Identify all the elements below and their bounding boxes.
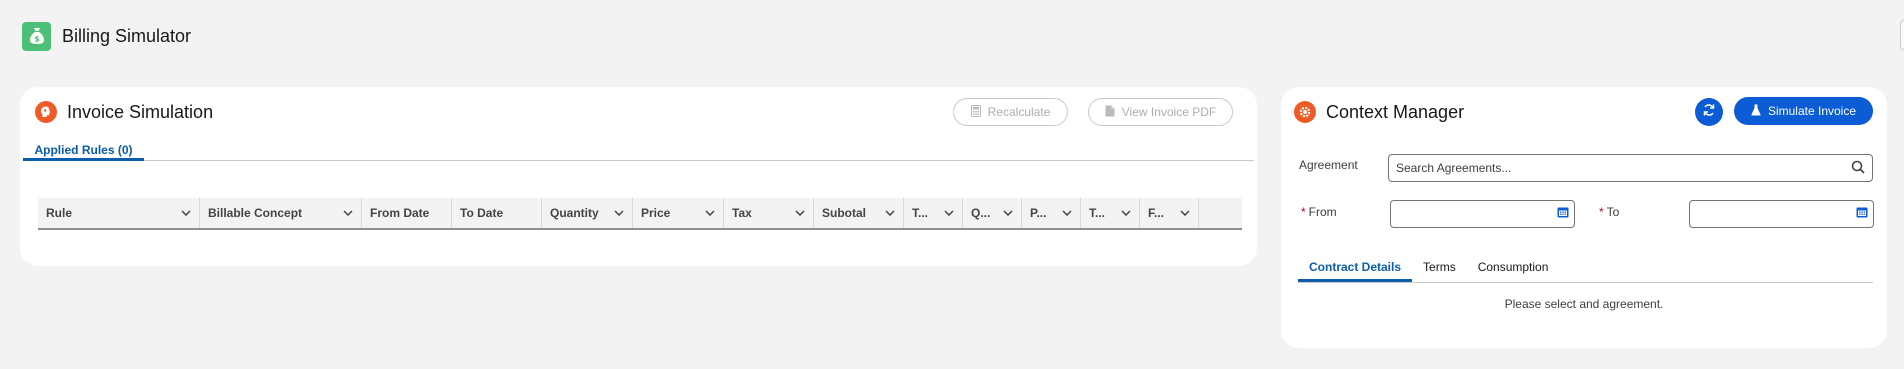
chevron-down-icon[interactable]: [1121, 208, 1131, 218]
required-marker: *: [1301, 205, 1306, 219]
invoice-tabs: Applied Rules (0): [23, 142, 1254, 161]
column-header[interactable]: To Date: [452, 198, 542, 228]
column-header[interactable]: T...: [1081, 198, 1140, 228]
search-placeholder: Search Agreements...: [1396, 161, 1512, 175]
svg-text:$: $: [34, 35, 40, 44]
column-header[interactable]: P...: [1022, 198, 1081, 228]
to-date-input[interactable]: [1689, 200, 1874, 228]
view-invoice-pdf-button[interactable]: View Invoice PDF: [1088, 98, 1233, 126]
applied-rules-table-header: Rule Billable Concept From Date To Date …: [38, 198, 1242, 230]
simulate-invoice-button[interactable]: Simulate Invoice: [1734, 97, 1873, 125]
column-header[interactable]: Tax: [724, 198, 814, 228]
chevron-down-icon[interactable]: [343, 208, 353, 218]
empty-state-message: Please select and agreement.: [1504, 297, 1664, 311]
tab-terms[interactable]: Terms: [1412, 251, 1467, 282]
chevron-down-icon[interactable]: [885, 208, 895, 218]
chevron-down-icon[interactable]: [944, 208, 954, 218]
recalculate-button[interactable]: Recalculate: [953, 98, 1068, 126]
calculator-icon: [970, 104, 981, 120]
chevron-down-icon[interactable]: [181, 208, 191, 218]
invoice-card-title: Invoice Simulation: [67, 101, 214, 122]
agreement-label: Agreement: [1299, 158, 1358, 172]
column-header[interactable]: Quantity: [542, 198, 633, 228]
chevron-down-icon[interactable]: [795, 208, 805, 218]
refresh-button[interactable]: [1695, 98, 1723, 126]
context-tabs: Contract Details Terms Consumption: [1298, 251, 1873, 283]
app-header: $ Billing Simulator: [22, 21, 191, 51]
tab-consumption[interactable]: Consumption: [1467, 251, 1560, 282]
agreement-search-input[interactable]: Search Agreements...: [1388, 154, 1873, 182]
tab-contract-details[interactable]: Contract Details: [1298, 251, 1413, 282]
calendar-icon[interactable]: [1557, 205, 1569, 223]
simulate-invoice-label: Simulate Invoice: [1767, 104, 1857, 118]
column-header[interactable]: T...: [904, 198, 963, 228]
document-icon: [1105, 105, 1115, 120]
money-bag-icon: $: [22, 21, 51, 51]
required-marker: *: [1599, 205, 1604, 219]
chevron-down-icon[interactable]: [1062, 208, 1072, 218]
column-header[interactable]: Rule: [38, 198, 200, 228]
column-header[interactable]: Price: [633, 198, 724, 228]
refresh-icon: [1702, 103, 1716, 122]
tab-applied-rules[interactable]: Applied Rules (0): [23, 142, 144, 161]
invoice-card-header: Invoice Simulation: [35, 101, 213, 123]
invoice-simulation-card: Invoice Simulation Recalculate View Invo…: [20, 87, 1257, 266]
flask-icon: [1751, 104, 1761, 119]
column-header[interactable]: Billable Concept: [200, 198, 362, 228]
edge-tab[interactable]: [1900, 20, 1904, 50]
gear-icon: [1294, 101, 1316, 123]
recalculate-label: Recalculate: [987, 105, 1051, 119]
chevron-down-icon[interactable]: [705, 208, 715, 218]
to-label: * To: [1599, 205, 1620, 219]
column-header[interactable]: Q...: [963, 198, 1022, 228]
from-label: * From: [1301, 205, 1337, 219]
chevron-down-icon[interactable]: [1180, 208, 1190, 218]
view-pdf-label: View Invoice PDF: [1121, 105, 1217, 119]
from-date-input[interactable]: [1390, 200, 1575, 228]
context-manager-card: Context Manager Simulate Invoice Agreeme…: [1281, 87, 1887, 348]
calendar-icon[interactable]: [1856, 205, 1868, 223]
column-header[interactable]: F...: [1140, 198, 1199, 228]
context-card-title: Context Manager: [1326, 101, 1465, 122]
app-title: Billing Simulator: [62, 25, 192, 46]
context-card-header: Context Manager: [1294, 101, 1464, 123]
chevron-down-icon[interactable]: [1003, 208, 1013, 218]
search-icon[interactable]: [1851, 160, 1865, 177]
column-header[interactable]: Subotal: [814, 198, 904, 228]
column-header[interactable]: From Date: [362, 198, 452, 228]
chevron-down-icon[interactable]: [614, 208, 624, 218]
brain-icon: [35, 101, 57, 123]
